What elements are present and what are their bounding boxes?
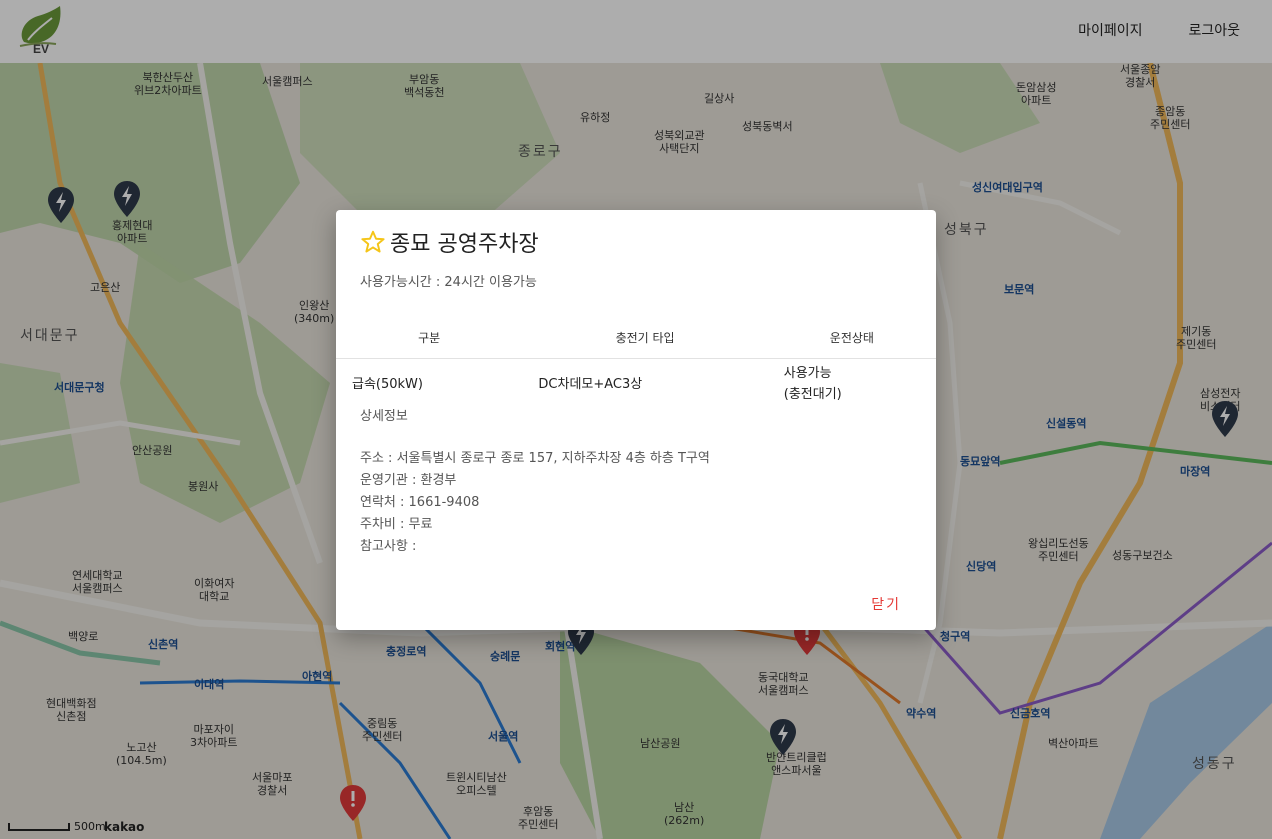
detail-operator: 운영기관 : 환경부 [360,473,457,488]
dialog-title-row: 종묘 공영주차장 [360,226,539,258]
charger-info-dialog: 종묘 공영주차장 사용가능시간 : 24시간 이용가능 구분 충전기 타입 운전… [336,210,936,630]
detail-contact: 연락처 : 1661-9408 [360,495,480,510]
charger-kind-cell: 급속(50kW) [352,376,423,392]
status-primary: 사용가능 [783,366,832,381]
table-row: 급속(50kW) DC차데모+AC3상 사용가능 (충전대기) [336,359,936,410]
app: EV 마이페이지 로그아웃 북한산두산 위브2차아파트 서울캠퍼스 부암동 백석… [0,0,1272,839]
dialog-title: 종묘 공영주차장 [390,232,539,257]
charger-status-cell: 사용가능 (충전대기) [768,359,936,410]
favorite-star-icon[interactable] [360,229,386,255]
detail-address: 주소 : 서울특별시 종로구 종로 157, 지하주차장 4층 하층 T구역 [360,451,710,466]
status-secondary: (충전대기) [783,387,842,402]
detail-heading: 상세정보 [360,409,408,424]
column-header-kind: 구분 [336,316,523,359]
column-header-type: 충전기 타입 [522,316,768,359]
detail-info: 상세정보 주소 : 서울특별시 종로구 종로 157, 지하주차장 4층 하층 … [360,406,710,558]
detail-parking-fee: 주차비 : 무료 [360,517,433,532]
column-header-status: 운전상태 [767,316,936,359]
available-hours: 사용가능시간 : 24시간 이용가능 [360,275,537,290]
charger-table: 구분 충전기 타입 운전상태 급속(50kW) DC차데모+AC3상 사용가능 … [336,316,936,409]
detail-notes: 참고사항 : [360,539,417,554]
close-button[interactable]: 닫기 [871,594,901,614]
table-header-row: 구분 충전기 타입 운전상태 [336,316,936,359]
charger-type-cell: DC차데모+AC3상 [538,376,643,392]
